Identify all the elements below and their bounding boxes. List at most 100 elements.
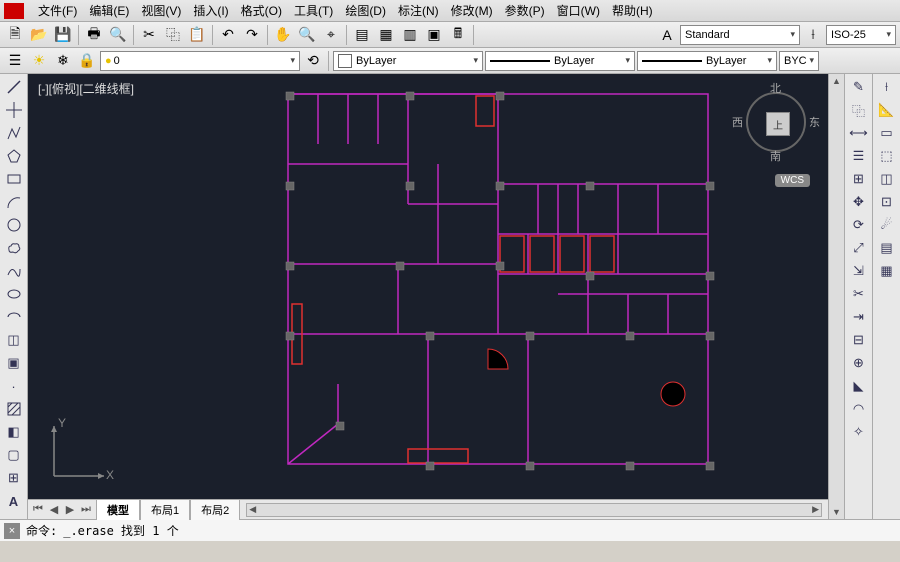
tab-model[interactable]: 模型: [96, 499, 140, 520]
tab-prev-icon[interactable]: ◀: [46, 503, 62, 516]
menu-draw[interactable]: 绘图(D): [339, 0, 392, 21]
menu-edit[interactable]: 编辑(E): [83, 0, 135, 21]
rotate-icon[interactable]: ⟳: [847, 214, 871, 236]
designcenter-icon[interactable]: ▦: [375, 24, 397, 46]
xline-icon[interactable]: [2, 99, 26, 121]
palette-icon[interactable]: ▦: [875, 260, 899, 282]
region-icon[interactable]: ▢: [2, 444, 26, 466]
offset-icon[interactable]: ☰: [847, 145, 871, 167]
tab-next-icon[interactable]: ▶: [62, 503, 78, 516]
menu-help[interactable]: 帮助(H): [606, 0, 659, 21]
fillet-icon[interactable]: ◠: [847, 398, 871, 420]
viewport-label[interactable]: [-][俯视][二维线框]: [38, 80, 134, 97]
dimstyle-dropdown[interactable]: ISO-25: [826, 25, 896, 45]
preview-icon[interactable]: 🔍: [107, 24, 129, 46]
make-block-icon[interactable]: ▣: [2, 352, 26, 374]
rectangle-icon[interactable]: [2, 168, 26, 190]
revcloud-icon[interactable]: [2, 237, 26, 259]
mtext-icon[interactable]: A: [2, 490, 26, 512]
open-icon[interactable]: 📂: [28, 24, 50, 46]
color-dropdown[interactable]: ByLayer: [333, 51, 483, 71]
table-icon[interactable]: ⊞: [2, 467, 26, 489]
calculator-icon[interactable]: 🖩: [447, 24, 469, 46]
textstyle-icon[interactable]: A: [656, 24, 678, 46]
polyline-icon[interactable]: [2, 122, 26, 144]
erase-icon[interactable]: ✎: [847, 76, 871, 98]
join-icon[interactable]: ⊕: [847, 352, 871, 374]
drawing-canvas[interactable]: [-][俯视][二维线框]: [28, 74, 828, 499]
menu-insert[interactable]: 插入(I): [187, 0, 234, 21]
array-icon[interactable]: ⊞: [847, 168, 871, 190]
trim-icon[interactable]: ✂: [847, 283, 871, 305]
viewcube-home[interactable]: 上: [766, 112, 790, 136]
layer-previous-icon[interactable]: ⟲: [302, 50, 324, 72]
layer-freeze-icon[interactable]: ❄: [52, 50, 74, 72]
vertical-scrollbar[interactable]: ▲▼: [828, 74, 844, 519]
textstyle-dropdown[interactable]: Standard: [680, 25, 800, 45]
command-input[interactable]: [63, 524, 896, 538]
tab-first-icon[interactable]: ⏮: [30, 503, 46, 516]
ungroup-icon[interactable]: ⊡: [875, 191, 899, 213]
sheetset-icon[interactable]: ▣: [423, 24, 445, 46]
scale-icon[interactable]: ⤢: [847, 237, 871, 259]
tab-layout2[interactable]: 布局2: [190, 499, 240, 520]
undo-icon[interactable]: ↶: [217, 24, 239, 46]
polygon-icon[interactable]: [2, 145, 26, 167]
layer-state-icon[interactable]: ☀: [28, 50, 50, 72]
horizontal-scrollbar[interactable]: ◀▶: [246, 503, 822, 517]
extend-icon[interactable]: ⇥: [847, 306, 871, 328]
distance-icon[interactable]: ⟊: [875, 76, 899, 98]
cut-icon[interactable]: ✂: [138, 24, 160, 46]
insert-block-icon[interactable]: ◫: [2, 329, 26, 351]
linetype-dropdown[interactable]: ByLayer: [485, 51, 635, 71]
line-icon[interactable]: [2, 76, 26, 98]
copy-icon[interactable]: ⿻: [162, 24, 184, 46]
chamfer-icon[interactable]: ◣: [847, 375, 871, 397]
toolpalette-icon[interactable]: ▥: [399, 24, 421, 46]
save-icon[interactable]: 💾: [52, 24, 74, 46]
print-icon[interactable]: 🖶: [83, 24, 105, 46]
redo-icon[interactable]: ↷: [241, 24, 263, 46]
move-icon[interactable]: ✥: [847, 191, 871, 213]
wcs-badge[interactable]: WCS: [775, 174, 810, 187]
ellipse-arc-icon[interactable]: [2, 306, 26, 328]
cmdline-close-icon[interactable]: ×: [4, 523, 20, 539]
sheet-icon[interactable]: ▤: [875, 237, 899, 259]
menu-file[interactable]: 文件(F): [32, 0, 83, 21]
tab-layout1[interactable]: 布局1: [140, 499, 190, 520]
menu-modify[interactable]: 修改(M): [445, 0, 499, 21]
view-cube[interactable]: 上 北 南 东 西: [736, 82, 816, 162]
ellipse-icon[interactable]: [2, 283, 26, 305]
mirror-icon[interactable]: ⟷: [847, 122, 871, 144]
explode-icon[interactable]: ✧: [847, 421, 871, 443]
new-icon[interactable]: 🗎: [4, 24, 26, 46]
select-icon[interactable]: ▭: [875, 122, 899, 144]
menu-dimension[interactable]: 标注(N): [392, 0, 445, 21]
menu-format[interactable]: 格式(O): [235, 0, 288, 21]
dimstyle-icon[interactable]: ⟊: [802, 24, 824, 46]
arc-icon[interactable]: [2, 191, 26, 213]
break-icon[interactable]: ⊟: [847, 329, 871, 351]
properties-icon[interactable]: ▤: [351, 24, 373, 46]
paste-icon[interactable]: 📋: [186, 24, 208, 46]
spline-icon[interactable]: [2, 260, 26, 282]
hatch-icon[interactable]: [2, 398, 26, 420]
measure-icon[interactable]: 📐: [875, 99, 899, 121]
menu-window[interactable]: 窗口(W): [551, 0, 606, 21]
menu-param[interactable]: 参数(P): [499, 0, 551, 21]
menu-view[interactable]: 视图(V): [135, 0, 187, 21]
point-icon[interactable]: ·: [2, 375, 26, 397]
stretch-icon[interactable]: ⇲: [847, 260, 871, 282]
layer-iso-icon[interactable]: ☄: [875, 214, 899, 236]
zoom-icon[interactable]: 🔍: [296, 24, 318, 46]
copy-obj-icon[interactable]: ⿻: [847, 99, 871, 121]
tab-last-icon[interactable]: ⏭: [78, 503, 94, 516]
lineweight-dropdown[interactable]: ByLayer: [637, 51, 777, 71]
layer-dropdown[interactable]: ● 0: [100, 51, 300, 71]
gradient-icon[interactable]: ◧: [2, 421, 26, 443]
layer-lock-icon[interactable]: 🔒: [76, 50, 98, 72]
menu-tools[interactable]: 工具(T): [288, 0, 339, 21]
zoom-window-icon[interactable]: ⌖: [320, 24, 342, 46]
quickselect-icon[interactable]: ⬚: [875, 145, 899, 167]
pan-icon[interactable]: ✋: [272, 24, 294, 46]
